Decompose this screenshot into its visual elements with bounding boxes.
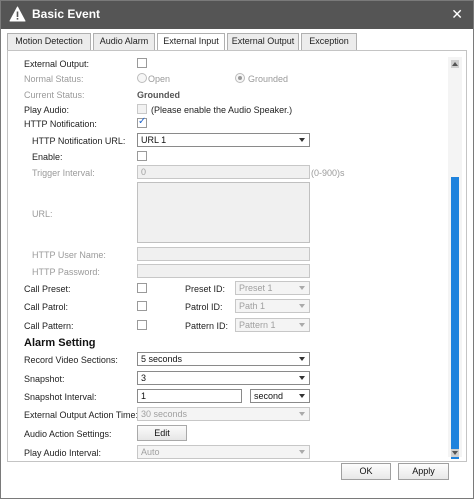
tab-exception[interactable]: Exception (301, 33, 357, 50)
tab-external-input[interactable]: External Input (157, 33, 225, 51)
chevron-down-icon (299, 394, 305, 398)
tab-audio-alarm[interactable]: Audio Alarm (93, 33, 155, 50)
snapshot-label: Snapshot: (24, 374, 65, 384)
http-url-select[interactable]: URL 1 (137, 133, 310, 147)
play-audio-interval-value: Auto (141, 447, 160, 457)
patrol-id-select[interactable]: Path 1 (235, 299, 310, 313)
call-patrol-label: Call Patrol: (24, 302, 69, 312)
enable-label: Enable: (32, 152, 63, 162)
http-url-value: URL 1 (141, 135, 167, 145)
scroll-down-icon[interactable] (451, 449, 459, 457)
call-pattern-label: Call Pattern: (24, 321, 74, 331)
http-url-label: HTTP Notification URL: (32, 136, 126, 146)
external-output-time-select[interactable]: 30 seconds (137, 407, 310, 421)
radio-grounded[interactable] (235, 73, 245, 83)
snapshot-select[interactable]: 3 (137, 371, 310, 385)
chevron-down-icon (299, 304, 305, 308)
http-notification-label: HTTP Notification: (24, 119, 97, 129)
snapshot-value: 3 (141, 373, 147, 383)
play-audio-checkbox[interactable] (137, 104, 147, 114)
radio-open[interactable] (137, 73, 147, 83)
ok-button[interactable]: OK (341, 463, 391, 480)
preset-id-value: Preset 1 (239, 283, 273, 293)
audio-action-label: Audio Action Settings: (24, 429, 112, 439)
external-output-time-label: External Output Action Time: (24, 410, 139, 420)
external-output-label: External Output: (24, 59, 90, 69)
pattern-id-value: Pattern 1 (239, 320, 276, 330)
play-audio-interval-select[interactable]: Auto (137, 445, 310, 459)
trigger-interval-input[interactable]: 0 (137, 165, 310, 179)
call-pattern-checkbox[interactable] (137, 320, 147, 330)
tab-motion-detection[interactable]: Motion Detection (7, 33, 91, 50)
http-user-input[interactable] (137, 247, 310, 261)
http-password-input[interactable] (137, 264, 310, 278)
current-status-label: Current Status: (24, 90, 85, 100)
chevron-down-icon (299, 323, 305, 327)
dialog-title: Basic Event (32, 7, 101, 21)
chevron-down-icon (299, 412, 305, 416)
call-preset-checkbox[interactable] (137, 283, 147, 293)
edit-button[interactable]: Edit (137, 425, 187, 441)
scroll-up-icon[interactable] (451, 60, 459, 68)
http-password-label: HTTP Password: (32, 267, 100, 277)
chevron-down-icon (299, 450, 305, 454)
snapshot-interval-value: 1 (141, 391, 147, 401)
trigger-interval-value: 0 (141, 167, 147, 177)
enable-checkbox[interactable] (137, 151, 147, 161)
basic-event-dialog: Basic Event ✕ Motion Detection Audio Ala… (0, 0, 474, 499)
snapshot-interval-unit-select[interactable]: second (250, 389, 310, 403)
preset-id-select[interactable]: Preset 1 (235, 281, 310, 295)
play-audio-hint: (Please enable the Audio Speaker.) (151, 105, 293, 115)
patrol-id-label: Patrol ID: (185, 302, 223, 312)
preset-id-label: Preset ID: (185, 284, 226, 294)
url-textarea[interactable] (137, 182, 310, 243)
pattern-id-label: Pattern ID: (185, 321, 229, 331)
http-user-label: HTTP User Name: (32, 250, 106, 260)
chevron-down-icon (299, 357, 305, 361)
record-video-select[interactable]: 5 seconds (137, 352, 310, 366)
http-notification-checkbox[interactable] (137, 116, 147, 128)
trigger-interval-range: (0-900)s (311, 168, 345, 178)
trigger-interval-label: Trigger Interval: (32, 168, 95, 178)
alarm-setting-heading: Alarm Setting (24, 337, 96, 349)
radio-grounded-label: Grounded (248, 74, 289, 84)
call-preset-label: Call Preset: (24, 284, 71, 294)
chevron-down-icon (299, 286, 305, 290)
play-audio-interval-label: Play Audio Interval: (24, 448, 102, 458)
snapshot-interval-input[interactable]: 1 (137, 389, 242, 403)
record-video-value: 5 seconds (141, 354, 183, 364)
external-output-checkbox[interactable] (137, 58, 147, 68)
tab-panel-external-input: External Output: Normal Status: Open Gro… (7, 50, 467, 462)
warning-icon (9, 6, 26, 24)
patrol-id-value: Path 1 (239, 301, 266, 311)
scrollbar-thumb[interactable] (451, 177, 459, 459)
play-audio-label: Play Audio: (24, 105, 70, 115)
current-status-value: Grounded (137, 90, 180, 100)
apply-button[interactable]: Apply (398, 463, 449, 480)
snapshot-interval-unit: second (254, 391, 284, 401)
call-patrol-checkbox[interactable] (137, 301, 147, 311)
dialog-titlebar: Basic Event ✕ (1, 1, 473, 29)
pattern-id-select[interactable]: Pattern 1 (235, 318, 310, 332)
snapshot-interval-label: Snapshot Interval: (24, 392, 97, 402)
chevron-down-icon (299, 376, 305, 380)
normal-status-label: Normal Status: (24, 74, 84, 84)
close-icon[interactable]: ✕ (451, 6, 463, 23)
chevron-down-icon (299, 138, 305, 142)
external-output-time-value: 30 seconds (141, 409, 188, 419)
tab-external-output[interactable]: External Output (227, 33, 299, 50)
radio-open-label: Open (148, 74, 171, 84)
record-video-label: Record Video Sections: (24, 355, 118, 365)
url-label: URL: (32, 209, 53, 219)
